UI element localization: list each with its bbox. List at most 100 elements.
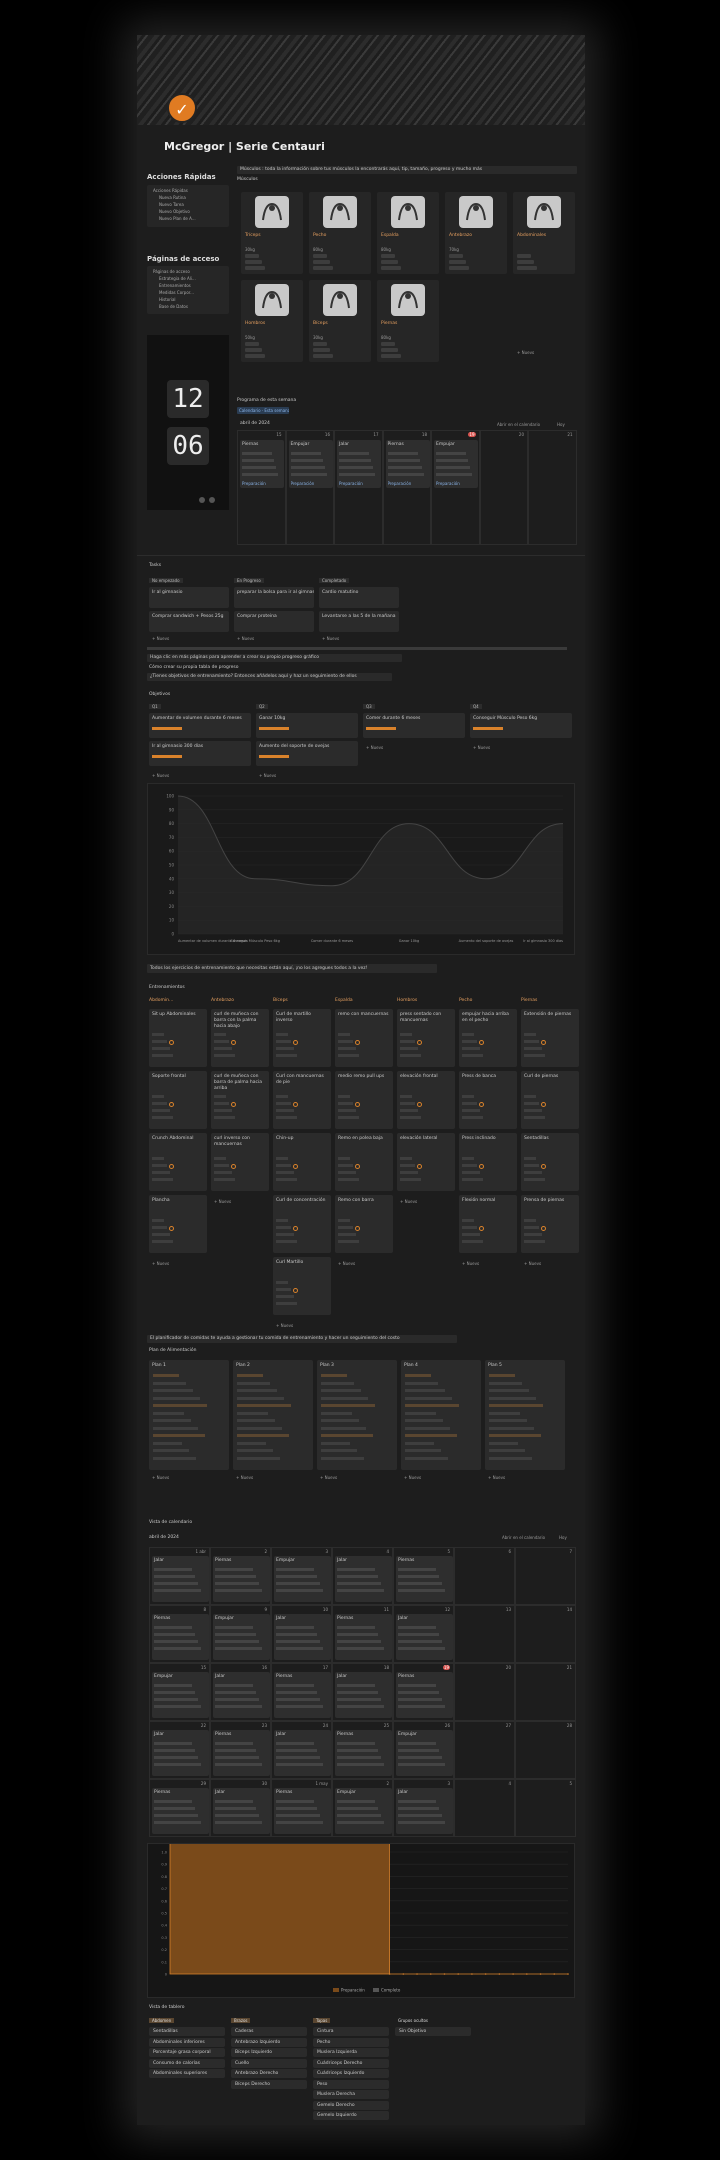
workout-event[interactable]: Jalar xyxy=(152,1556,209,1602)
meal-plan-card[interactable]: Plan 5 xyxy=(485,1360,565,1470)
quick-action-item[interactable]: Nuevo Tarea xyxy=(159,201,229,208)
workout-card[interactable]: Sentadillas xyxy=(521,1133,579,1191)
new-meal-plan-button[interactable]: + Nuevo xyxy=(152,1475,169,1480)
workout-event[interactable]: Jalar xyxy=(396,1614,453,1660)
access-page-item[interactable]: Medidas Corpor... xyxy=(159,289,229,296)
objective-card[interactable]: Ir al gimnasio 300 días xyxy=(149,741,251,766)
week-day-cell[interactable]: 20 xyxy=(479,430,528,545)
month-day-cell[interactable]: 24 Jalar xyxy=(271,1721,332,1779)
task-card[interactable]: Ir al gimnasio xyxy=(149,587,229,608)
month-day-cell[interactable]: 8 Piernas xyxy=(149,1605,210,1663)
objective-card[interactable]: Comer durante 6 meses xyxy=(363,713,465,738)
link-row[interactable]: Cómo crear su propia tabla de progreso xyxy=(149,665,238,670)
workout-card[interactable]: Curl de concentración xyxy=(273,1195,331,1253)
workout-card[interactable]: Prensa de piernas xyxy=(521,1195,579,1253)
workout-card[interactable]: medio remo pull ups xyxy=(335,1071,393,1129)
new-task-button[interactable]: + Nuevo xyxy=(237,636,254,641)
month-day-cell[interactable]: 22 Jalar xyxy=(149,1721,210,1779)
month-day-cell[interactable]: 5 Piernas xyxy=(393,1547,454,1605)
task-card[interactable]: Cardio matutino xyxy=(319,587,399,608)
workout-card[interactable]: Press de banca xyxy=(459,1071,517,1129)
board-card[interactable]: Pecho xyxy=(313,2037,389,2047)
board-card[interactable]: Abdominales superiores xyxy=(149,2069,225,2078)
workout-card[interactable]: empujar hacia arriba en el pecho xyxy=(459,1009,517,1067)
workout-event[interactable]: Jalar xyxy=(396,1788,453,1834)
month-day-cell[interactable]: 27 xyxy=(454,1721,515,1779)
month-day-cell[interactable]: 2 Piernas xyxy=(210,1547,271,1605)
workout-card[interactable]: Remo con barra xyxy=(335,1195,393,1253)
new-meal-plan-button[interactable]: + Nuevo xyxy=(320,1475,337,1480)
task-card[interactable]: Comprar sandwich + Pesos 25g xyxy=(149,611,229,632)
board-card[interactable]: Sin Objetivo xyxy=(395,2027,471,2036)
new-meal-plan-button[interactable]: + Nuevo xyxy=(404,1475,421,1480)
month-day-cell[interactable]: 10 Jalar xyxy=(271,1605,332,1663)
workout-event[interactable]: Empujar xyxy=(213,1614,270,1660)
board-card[interactable]: Cuello xyxy=(231,2058,307,2068)
board-card[interactable]: Porcentaje grasa corporal xyxy=(149,2048,225,2057)
workout-event[interactable]: Jalar xyxy=(335,1556,392,1602)
board-card[interactable]: Caderas xyxy=(231,2027,307,2036)
month-day-cell[interactable]: 30 Jalar xyxy=(210,1779,271,1837)
new-workout-button[interactable]: + Nuevo xyxy=(338,1261,355,1266)
new-workout-button[interactable]: + Nuevo xyxy=(462,1261,479,1266)
access-page-item[interactable]: Historial xyxy=(159,296,229,303)
objective-card[interactable]: Ganar 10kg xyxy=(256,713,358,738)
board-card[interactable]: Cuádriceps Izquierdo xyxy=(313,2069,389,2078)
month-day-cell[interactable]: 5 xyxy=(515,1779,576,1837)
board-card[interactable]: Bíceps Izquierdo xyxy=(231,2048,307,2057)
workout-event[interactable]: Piernas xyxy=(152,1788,209,1834)
month-day-cell[interactable]: 17 Piernas xyxy=(271,1663,332,1721)
muscle-card[interactable]: Hombros 50kg xyxy=(241,280,303,362)
workout-card[interactable]: Curl con mancuernas de pie xyxy=(273,1071,331,1129)
month-day-cell[interactable]: 4 Jalar xyxy=(332,1547,393,1605)
month-day-cell[interactable]: 26 Empujar xyxy=(393,1721,454,1779)
muscle-card[interactable]: Espalda 80kg xyxy=(377,192,439,274)
workout-event[interactable]: Piernas xyxy=(213,1556,270,1602)
month-day-cell[interactable]: 16 Jalar xyxy=(210,1663,271,1721)
new-objective-button[interactable]: + Nuevo xyxy=(473,745,490,750)
new-workout-button[interactable]: + Nuevo xyxy=(276,1323,293,1328)
task-card[interactable]: Comprar proteina xyxy=(234,611,314,632)
link-row[interactable]: Haga clic en más páginas para aprender a… xyxy=(147,654,402,662)
month-day-cell[interactable]: 6 xyxy=(454,1547,515,1605)
board-card[interactable]: Sentadillas xyxy=(149,2027,225,2036)
workout-card[interactable]: Plancha xyxy=(149,1195,207,1253)
board-card[interactable]: Antebrazo Izquierdo xyxy=(231,2037,307,2047)
muscle-card[interactable]: Pecho 80kg xyxy=(309,192,371,274)
task-card[interactable]: preparar la bolsa para ir al gimnasio xyxy=(234,587,314,608)
workout-event[interactable]: Piernas xyxy=(274,1788,331,1834)
workout-card[interactable]: Crunch Abdominal xyxy=(149,1133,207,1191)
workout-card[interactable]: Soporte frontal xyxy=(149,1071,207,1129)
meal-plan-card[interactable]: Plan 2 xyxy=(233,1360,313,1470)
quick-action-item[interactable]: Nuevo Plan de A... xyxy=(159,215,229,222)
board-card[interactable]: Cintura xyxy=(313,2027,389,2036)
open-calendar-link[interactable]: Abrir en el calendario xyxy=(502,1535,545,1540)
new-workout-button[interactable]: + Nuevo xyxy=(400,1199,417,1204)
objective-card[interactable]: Conseguir Músculo Peso 6kg xyxy=(470,713,572,738)
month-day-cell[interactable]: 1 abr Jalar xyxy=(149,1547,210,1605)
workout-card[interactable]: elevación frontal xyxy=(397,1071,455,1129)
new-objective-button[interactable]: + Nuevo xyxy=(259,773,276,778)
workout-card[interactable]: Sit up Abdominales xyxy=(149,1009,207,1067)
month-day-cell[interactable]: 11 Piernas xyxy=(332,1605,393,1663)
month-day-cell[interactable]: 21 xyxy=(515,1663,576,1721)
access-page-item[interactable]: Base de Datos xyxy=(159,303,229,310)
week-day-cell[interactable]: 18 Piernas Preparación xyxy=(382,430,431,545)
month-day-cell[interactable]: 13 xyxy=(454,1605,515,1663)
new-muscle-button[interactable]: + Nuevo xyxy=(517,350,534,355)
new-objective-button[interactable]: + Nuevo xyxy=(152,773,169,778)
month-day-cell[interactable]: 3 Jalar xyxy=(393,1779,454,1837)
board-card[interactable]: Consumo de calorías xyxy=(149,2058,225,2068)
workout-event[interactable]: Piernas Preparación xyxy=(240,440,284,488)
workout-event[interactable]: Jalar xyxy=(274,1614,331,1660)
month-day-cell[interactable]: 14 xyxy=(515,1605,576,1663)
workout-event[interactable]: Piernas Preparación xyxy=(385,440,430,488)
workout-card[interactable]: Press inclinado xyxy=(459,1133,517,1191)
workout-card[interactable]: curl de muñeca con barra con la palma ha… xyxy=(211,1009,269,1067)
workout-card[interactable]: Extensión de piernas xyxy=(521,1009,579,1067)
week-day-cell[interactable]: 21 xyxy=(528,430,577,545)
workout-card[interactable]: curl de muñeca con barra de palma hacia … xyxy=(211,1071,269,1129)
new-workout-button[interactable]: + Nuevo xyxy=(152,1261,169,1266)
new-workout-button[interactable]: + Nuevo xyxy=(214,1199,231,1204)
workout-event[interactable]: Jalar Preparación xyxy=(337,440,381,488)
